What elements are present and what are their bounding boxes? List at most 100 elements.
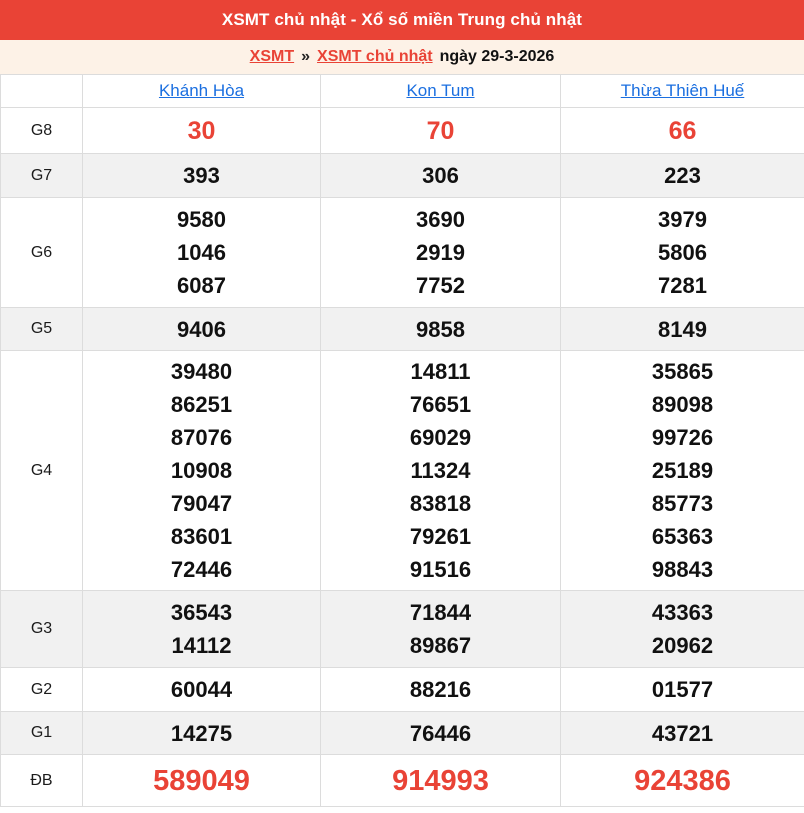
prize-number: 91516 [321, 553, 560, 586]
prize-number: 87076 [83, 421, 320, 454]
prize-number: 10908 [83, 454, 320, 487]
prize-number: 5806 [561, 236, 804, 269]
prize-values-g5-col0: 9406 [83, 308, 321, 351]
prize-number: 924386 [561, 761, 804, 801]
prize-number: 223 [561, 159, 804, 192]
breadcrumb-link-xsmt-sunday[interactable]: XSMT chủ nhật [317, 48, 433, 66]
prize-values-g7-col0: 393 [83, 154, 321, 198]
prize-number: 7752 [321, 269, 560, 302]
prize-number: 83818 [321, 487, 560, 520]
prize-number: 99726 [561, 421, 804, 454]
prize-number: 25189 [561, 454, 804, 487]
prize-number: 1046 [83, 236, 320, 269]
lottery-results-page: XSMT chủ nhật - Xổ số miền Trung chủ nhậ… [0, 0, 804, 813]
province-link-1[interactable]: Kon Tum [406, 81, 474, 100]
prize-number: 76446 [321, 717, 560, 750]
province-header-row: Khánh Hòa Kon Tum Thừa Thiên Huế [1, 75, 804, 108]
prize-values-g7-col2: 223 [561, 154, 804, 198]
prize-row-g8: G8307066 [1, 108, 804, 154]
prize-row-g5: G5940698588149 [1, 308, 804, 351]
breadcrumb: XSMT » XSMT chủ nhật ngày 29-3-2026 [0, 40, 804, 74]
prize-number: 14811 [321, 355, 560, 388]
corner-cell [1, 75, 83, 108]
prize-number: 914993 [321, 761, 560, 801]
results-table-body: Khánh HòaKon TumThừa Thiên Huế G8307066G… [1, 75, 804, 807]
prize-number: 8149 [561, 313, 804, 346]
prize-label-g1: G1 [1, 712, 83, 755]
prize-number: 43721 [561, 717, 804, 750]
prize-label-g4: G4 [1, 351, 83, 591]
prize-number: 98843 [561, 553, 804, 586]
prize-row-g6: G6958010466087369029197752397958067281 [1, 198, 804, 308]
province-header-cell: Thừa Thiên Huế [561, 75, 804, 108]
prize-values-g5-col1: 9858 [321, 308, 561, 351]
prize-number: 39480 [83, 355, 320, 388]
prize-row-g2: G2600448821601577 [1, 668, 804, 712]
prize-values-db-col1: 914993 [321, 755, 561, 807]
prize-number: 3979 [561, 203, 804, 236]
prize-row-g4: G439480862518707610908790478360172446148… [1, 351, 804, 591]
breadcrumb-link-xsmt[interactable]: XSMT [250, 48, 294, 66]
prize-number: 9580 [83, 203, 320, 236]
prize-number: 60044 [83, 673, 320, 706]
prize-number: 589049 [83, 761, 320, 801]
prize-values-g4-col0: 39480862518707610908790478360172446 [83, 351, 321, 591]
prize-number: 72446 [83, 553, 320, 586]
province-link-2[interactable]: Thừa Thiên Huế [621, 81, 745, 100]
breadcrumb-separator: » [301, 48, 310, 66]
prize-number: 11324 [321, 454, 560, 487]
prize-values-g4-col1: 14811766516902911324838187926191516 [321, 351, 561, 591]
prize-number: 85773 [561, 487, 804, 520]
prize-number: 30 [83, 114, 320, 148]
prize-values-g1-col1: 76446 [321, 712, 561, 755]
province-header-cell: Khánh Hòa [83, 75, 321, 108]
prize-number: 66 [561, 114, 804, 148]
prize-number: 14275 [83, 717, 320, 750]
prize-values-g2-col0: 60044 [83, 668, 321, 712]
prize-row-g1: G1142757644643721 [1, 712, 804, 755]
prize-number: 9858 [321, 313, 560, 346]
prize-label-g7: G7 [1, 154, 83, 198]
prize-number: 7281 [561, 269, 804, 302]
prize-number: 20962 [561, 629, 804, 662]
prize-label-g3: G3 [1, 591, 83, 668]
prize-number: 89098 [561, 388, 804, 421]
prize-row-db: ĐB589049914993924386 [1, 755, 804, 807]
prize-label-g8: G8 [1, 108, 83, 154]
prize-values-g2-col1: 88216 [321, 668, 561, 712]
prize-number: 76651 [321, 388, 560, 421]
prize-number: 36543 [83, 596, 320, 629]
prize-values-g6-col1: 369029197752 [321, 198, 561, 308]
prize-number: 9406 [83, 313, 320, 346]
prize-label-g5: G5 [1, 308, 83, 351]
prize-number: 65363 [561, 520, 804, 553]
results-table: Khánh HòaKon TumThừa Thiên Huế G8307066G… [0, 74, 804, 807]
prize-number: 70 [321, 114, 560, 148]
prize-label-g6: G6 [1, 198, 83, 308]
prize-values-g2-col2: 01577 [561, 668, 804, 712]
prize-values-g8-col2: 66 [561, 108, 804, 154]
prize-values-g7-col1: 306 [321, 154, 561, 198]
prize-values-g8-col1: 70 [321, 108, 561, 154]
prize-number: 35865 [561, 355, 804, 388]
prize-number: 71844 [321, 596, 560, 629]
breadcrumb-date: ngày 29-3-2026 [440, 48, 555, 66]
prize-label-db: ĐB [1, 755, 83, 807]
prize-values-g3-col0: 3654314112 [83, 591, 321, 668]
prize-number: 83601 [83, 520, 320, 553]
prize-values-g6-col2: 397958067281 [561, 198, 804, 308]
prize-number: 86251 [83, 388, 320, 421]
prize-number: 88216 [321, 673, 560, 706]
prize-number: 69029 [321, 421, 560, 454]
prize-values-g3-col2: 4336320962 [561, 591, 804, 668]
prize-values-g4-col2: 35865890989972625189857736536398843 [561, 351, 804, 591]
prize-values-g3-col1: 7184489867 [321, 591, 561, 668]
prize-values-g1-col0: 14275 [83, 712, 321, 755]
prize-number: 79261 [321, 520, 560, 553]
province-link-0[interactable]: Khánh Hòa [159, 81, 244, 100]
prize-values-g6-col0: 958010466087 [83, 198, 321, 308]
prize-row-g3: G3365431411271844898674336320962 [1, 591, 804, 668]
prize-values-g8-col0: 30 [83, 108, 321, 154]
prize-number: 393 [83, 159, 320, 192]
prize-number: 14112 [83, 629, 320, 662]
